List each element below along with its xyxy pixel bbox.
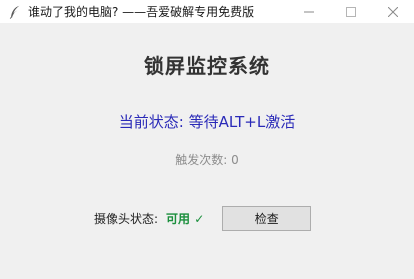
main-panel: 锁屏监控系统 当前状态: 等待ALT+L激活 触发次数: 0 摄像头状态: 可用… <box>0 23 414 279</box>
feather-icon <box>6 3 24 21</box>
page-title: 锁屏监控系统 <box>144 54 270 78</box>
window-title: 谁动了我的电脑? ——吾爱破解专用免费版 <box>28 5 255 19</box>
check-button[interactable]: 检查 <box>222 206 312 231</box>
camera-status-row: 摄像头状态: 可用 ✓ 检查 <box>94 205 312 232</box>
title-bar[interactable]: 谁动了我的电脑? ——吾爱破解专用免费版 <box>0 0 414 23</box>
close-icon[interactable] <box>372 0 414 23</box>
camera-status-label: 摄像头状态: <box>94 212 159 226</box>
minimize-icon[interactable] <box>288 0 330 23</box>
camera-status-value: 可用 ✓ <box>166 212 205 226</box>
status-text: 当前状态: 等待ALT+L激活 <box>118 113 296 131</box>
maximize-icon[interactable] <box>330 0 372 23</box>
trigger-counter: 触发次数: 0 <box>175 153 239 167</box>
